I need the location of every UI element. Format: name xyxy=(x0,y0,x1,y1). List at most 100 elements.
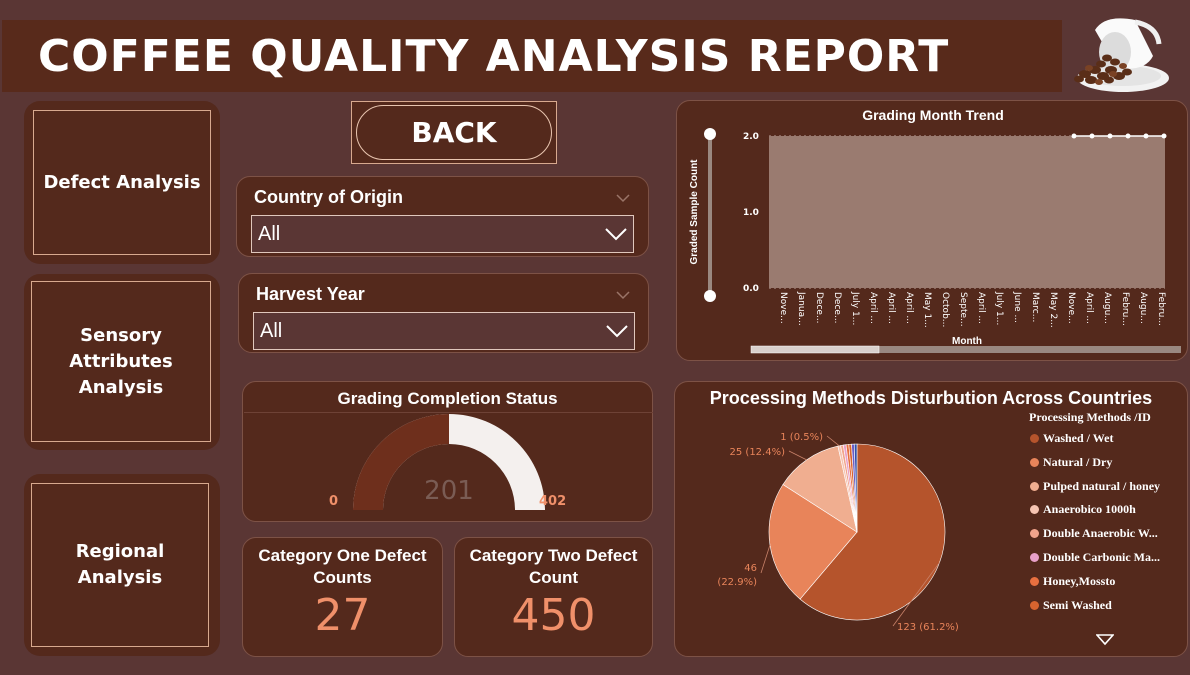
legend-swatch xyxy=(1030,529,1039,539)
area-series xyxy=(769,136,1165,288)
category-two-value: 450 xyxy=(511,590,596,641)
pie-data-label: 46 xyxy=(744,563,757,574)
legend-label: Double Carbonic Ma... xyxy=(1043,550,1160,564)
x-tick-label: Nove... xyxy=(778,292,788,324)
legend-label: Anaerobico 1000h xyxy=(1043,502,1136,517)
chevron-down-icon[interactable] xyxy=(616,288,630,302)
category-two-title-line2: Count xyxy=(528,568,579,587)
harvest-slicer-title: Harvest Year xyxy=(256,284,365,304)
legend-item[interactable]: Natural / Dry xyxy=(1030,455,1112,470)
legend-title: Processing Methods /ID xyxy=(1029,410,1151,424)
x-tick-label: Marc... xyxy=(1030,292,1040,322)
legend-item[interactable]: Pulped natural / honey xyxy=(1030,479,1160,494)
legend-item[interactable]: Honey,Mossto xyxy=(1030,574,1115,589)
legend-item[interactable]: Washed / Wet xyxy=(1030,431,1113,446)
sensory-label-line2: Attributes xyxy=(69,350,173,372)
regional-label-line1: Regional xyxy=(75,541,165,562)
legend-swatch xyxy=(1030,505,1039,515)
category-two-title-line1: Category Two Defect xyxy=(469,546,638,565)
regional-analysis-button[interactable]: Regional Analysis xyxy=(31,483,209,647)
x-tick-label: May 2... xyxy=(1048,292,1058,328)
category-one-title-line1: Category One Defect xyxy=(258,546,427,565)
x-axis-label: Month xyxy=(952,336,982,347)
legend-label: Pulped natural / honey xyxy=(1043,478,1161,493)
back-button-frame: BACK xyxy=(351,101,557,164)
legend-item[interactable]: Anaerobico 1000h xyxy=(1030,502,1136,517)
regional-label-line2: Analysis xyxy=(77,567,163,588)
legend-swatch xyxy=(1030,481,1039,491)
legend-label: Semi Washed xyxy=(1043,597,1112,612)
country-slicer: Country of Origin All xyxy=(236,176,649,257)
x-tick-label: Dece... xyxy=(832,292,842,324)
sensory-label-line1: Sensory xyxy=(80,324,162,346)
x-tick-label: Febru... xyxy=(1156,292,1166,326)
legend-item[interactable]: Double Carbonic Ma... xyxy=(1030,550,1160,565)
gauge-value: 201 xyxy=(424,476,474,506)
scroll-down-icon[interactable] xyxy=(1096,634,1114,646)
legend-item[interactable]: Double Anaerobic W... xyxy=(1030,526,1158,541)
x-tick-label: April ... xyxy=(1084,292,1094,324)
harvest-dropdown-value: All xyxy=(260,319,283,342)
nav-card-regional: Regional Analysis xyxy=(24,474,220,656)
area-chart: Grading Month Trend 0.0 1.0 2.0 Nove... Janua… xyxy=(689,107,1181,354)
legend-label: Double Anaerobic W... xyxy=(1043,526,1158,541)
y-tick-label: 1.0 xyxy=(743,208,759,218)
defect-analysis-button[interactable]: Defect Analysis xyxy=(33,110,211,255)
coffee-cup-icon xyxy=(1074,18,1169,92)
legend-label: Natural / Dry xyxy=(1043,454,1113,469)
category-one-title-line2: Counts xyxy=(313,568,372,587)
x-tick-label: Nove... xyxy=(1066,292,1076,324)
x-scrollbar-thumb[interactable] xyxy=(750,345,880,354)
x-tick-label: May 1... xyxy=(922,292,932,328)
legend-label: Washed / Wet xyxy=(1043,431,1114,445)
page-title: COFFEE QUALITY ANALYSIS REPORT xyxy=(38,30,950,82)
x-tick-label: April ... xyxy=(886,292,896,324)
x-tick-label: June ... xyxy=(1012,291,1022,323)
x-tick-label: Octob... xyxy=(940,292,950,327)
category-two-card: Category Two Defect Count 450 xyxy=(454,537,653,657)
nav-card-defect: Defect Analysis xyxy=(24,101,220,264)
legend-swatch xyxy=(1030,600,1039,610)
category-one-value: 27 xyxy=(314,590,371,641)
pie-leader-line xyxy=(788,450,807,461)
pie-data-label: 123 (61.2%) xyxy=(897,622,959,633)
gauge-max: 402 xyxy=(539,494,567,509)
legend-item[interactable]: Semi Washed xyxy=(1030,598,1112,613)
chevron-down-icon[interactable] xyxy=(616,191,630,205)
dropdown-arrow-icon xyxy=(606,325,628,338)
x-tick-label: April ... xyxy=(868,292,878,324)
country-dropdown[interactable]: All xyxy=(251,215,634,253)
x-tick-label: Febru... xyxy=(1120,292,1130,326)
harvest-dropdown[interactable]: All xyxy=(253,312,635,350)
x-tick-label: Janua... xyxy=(796,291,806,326)
x-tick-label: July 1... xyxy=(850,291,860,325)
grading-status-card: Grading Completion Status 201 0 402 xyxy=(242,381,653,522)
category-one-card: Category One Defect Counts 27 xyxy=(242,537,443,657)
legend-swatch xyxy=(1030,576,1039,586)
gauge-min: 0 xyxy=(329,494,339,509)
x-tick-label: July 1... xyxy=(994,291,1004,325)
category-one-title: Category One Defect Counts xyxy=(243,545,442,589)
y-range-slider-handle[interactable] xyxy=(704,128,716,140)
area-chart-title: Grading Month Trend xyxy=(862,107,1004,123)
dropdown-arrow-icon xyxy=(605,228,627,241)
harvest-slicer: Harvest Year All xyxy=(238,273,649,353)
pie-leader-line xyxy=(760,544,771,574)
y-tick-label: 0.0 xyxy=(743,284,759,294)
y-tick-label: 2.0 xyxy=(743,132,759,142)
pie-data-label: 1 (0.5%) xyxy=(780,432,823,443)
x-tick-label: Dece... xyxy=(814,292,824,324)
title-bar: COFFEE QUALITY ANALYSIS REPORT xyxy=(2,20,1062,92)
nav-card-sensory: Sensory Attributes Analysis xyxy=(24,274,220,450)
pie-data-label: 25 (12.4%) xyxy=(730,447,786,458)
sensory-analysis-button[interactable]: Sensory Attributes Analysis xyxy=(31,281,211,442)
x-tick-label: April ... xyxy=(976,292,986,324)
legend-swatch xyxy=(1030,457,1039,467)
legend-swatch xyxy=(1030,553,1039,562)
back-button[interactable]: BACK xyxy=(356,105,552,160)
legend-swatch xyxy=(1030,434,1039,443)
country-slicer-title: Country of Origin xyxy=(254,187,403,207)
country-dropdown-value: All xyxy=(258,222,281,245)
y-range-slider-handle[interactable] xyxy=(704,290,716,302)
grading-month-trend-card: Grading Month Trend 0.0 1.0 2.0 Nove... Janua… xyxy=(676,100,1188,361)
